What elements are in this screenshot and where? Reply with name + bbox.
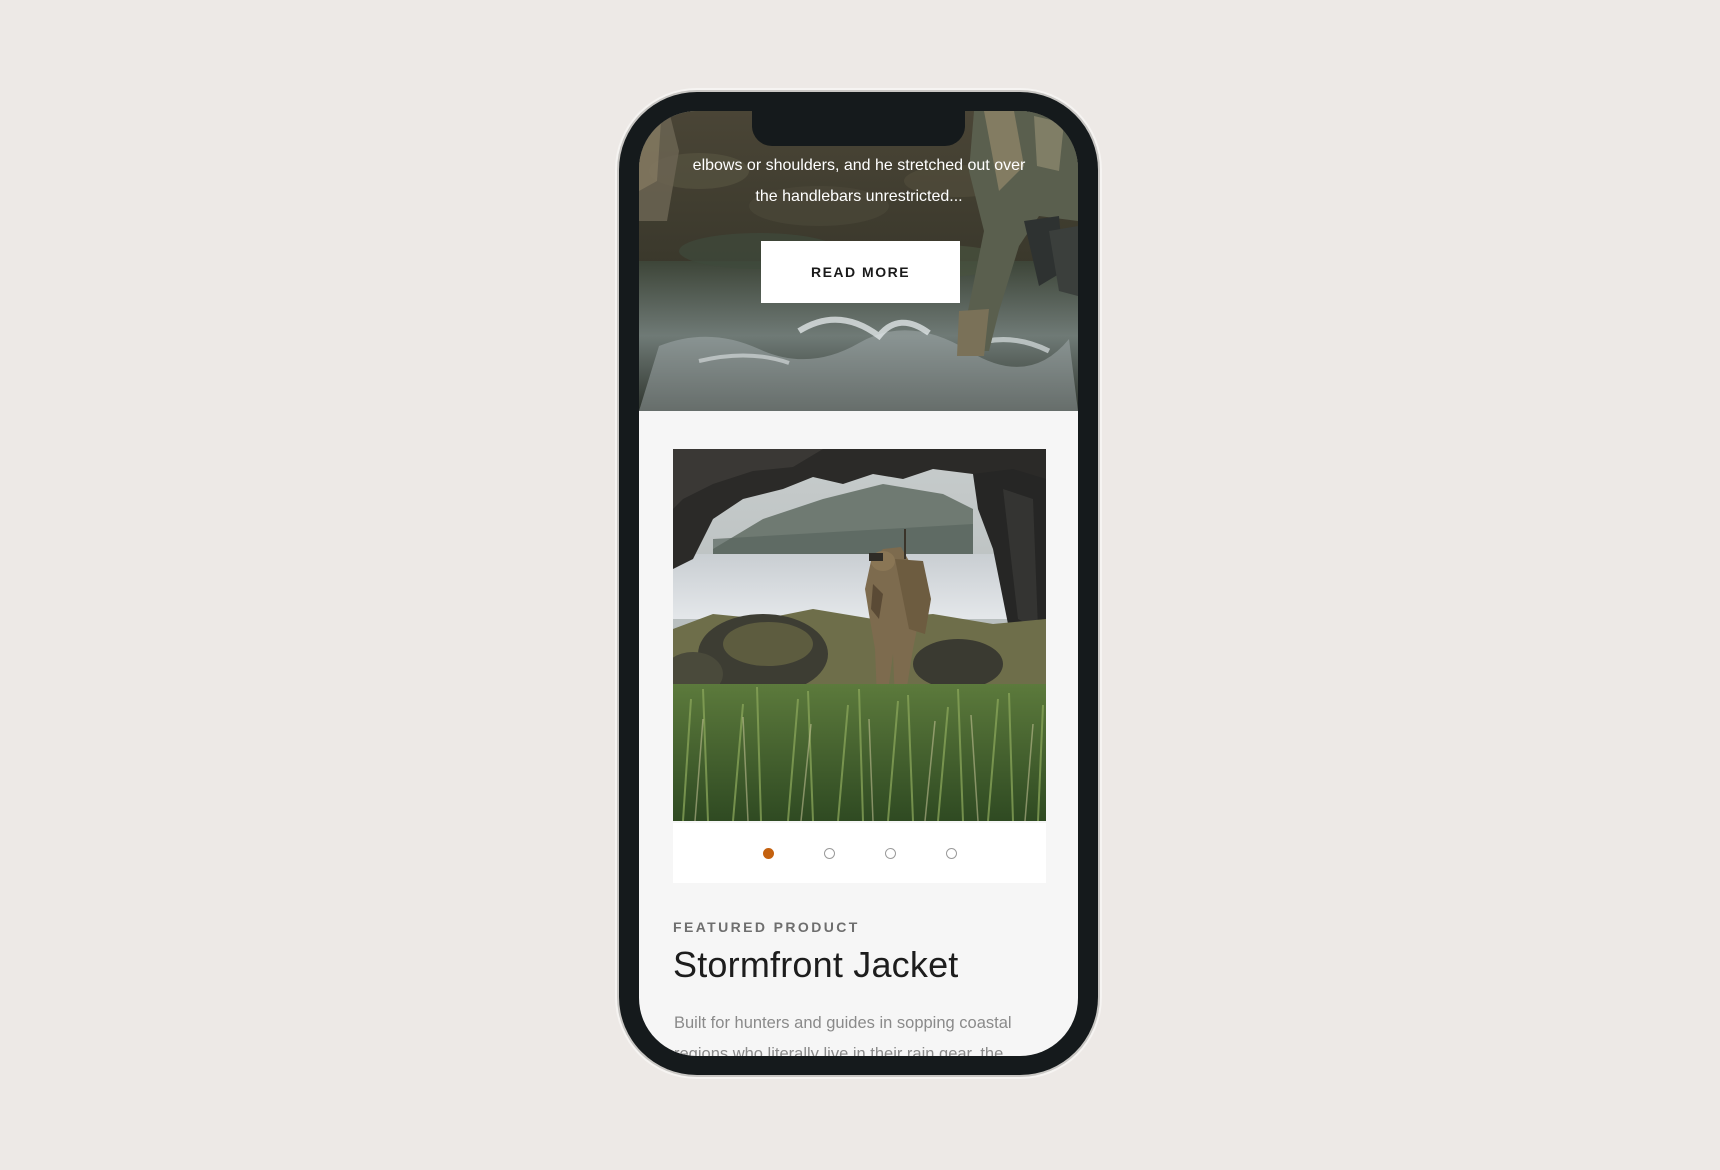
page-canvas: tight to his . pull in the elbows or sho… bbox=[0, 0, 1720, 1170]
product-description: Built for hunters and guides in sopping … bbox=[674, 1008, 1044, 1056]
carousel-dot-2[interactable] bbox=[823, 847, 835, 859]
phone-frame: tight to his . pull in the elbows or sho… bbox=[619, 92, 1098, 1075]
phone-notch bbox=[752, 111, 965, 146]
hunter-cave-photo bbox=[673, 449, 1046, 821]
carousel-dot-1[interactable] bbox=[762, 847, 774, 859]
hero-excerpt-line: elbows or shoulders, and he stretched ou… bbox=[692, 157, 1026, 174]
carousel-dot-3[interactable] bbox=[884, 847, 896, 859]
carousel-dot-4[interactable] bbox=[945, 847, 957, 859]
featured-eyebrow: FEATURED PRODUCT bbox=[673, 919, 860, 935]
hero-section: tight to his . pull in the elbows or sho… bbox=[639, 111, 1078, 411]
hero-excerpt-line: the handlebars unrestricted... bbox=[755, 188, 963, 205]
product-title[interactable]: Stormfront Jacket bbox=[673, 944, 959, 986]
read-more-button[interactable]: READ MORE bbox=[761, 241, 960, 303]
product-carousel-image[interactable] bbox=[673, 449, 1046, 821]
carousel-pagination bbox=[673, 823, 1046, 883]
phone-screen: tight to his . pull in the elbows or sho… bbox=[639, 111, 1078, 1056]
product-description-line: Built for hunters and guides in sopping … bbox=[674, 1014, 1012, 1032]
product-description-line: regions who literally live in their rain… bbox=[674, 1045, 1004, 1056]
